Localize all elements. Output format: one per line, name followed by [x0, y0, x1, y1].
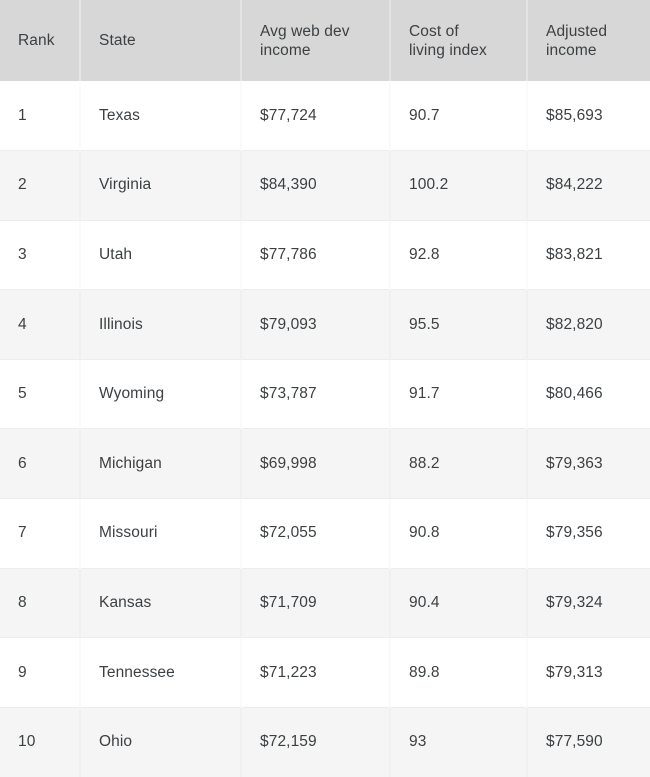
cell-state: Kansas	[80, 568, 242, 639]
column-header-label-line: Cost of	[409, 22, 459, 40]
cell-cost_of_living_index: 89.8	[390, 637, 528, 708]
column-header-state[interactable]: State	[80, 0, 242, 81]
cell-avg_web_dev_income: $84,390	[241, 150, 391, 221]
column-header-label-line: income	[546, 41, 597, 59]
cell-cost_of_living_index: 92.8	[390, 220, 528, 291]
table-row[interactable]: 7 Missouri $72,055 90.8 $79,356	[0, 498, 650, 569]
cell-state: Tennessee	[80, 637, 242, 708]
table-row[interactable]: 6 Michigan $69,998 88.2 $79,363	[0, 428, 650, 500]
column-header-label-line: State	[99, 32, 136, 49]
cell-avg_web_dev_income: $79,093	[241, 289, 391, 360]
cell-avg_web_dev_income: $71,223	[241, 637, 391, 708]
cell-avg_web_dev_income: $77,724	[241, 81, 391, 152]
column-header-avg-web-dev-income[interactable]: Avg web dev income	[241, 0, 391, 81]
cell-rank: 5	[0, 359, 81, 430]
cell-adjusted_income: $79,324	[527, 568, 650, 639]
cell-cost_of_living_index: 90.8	[390, 498, 528, 569]
cell-rank: 8	[0, 568, 81, 639]
column-header-label-line: Avg web dev	[260, 22, 350, 40]
cell-state: Texas	[80, 81, 242, 152]
cell-adjusted_income: $79,363	[527, 428, 650, 500]
cell-cost_of_living_index: 91.7	[390, 359, 528, 430]
cell-state: Wyoming	[80, 359, 242, 430]
cell-adjusted_income: $79,313	[527, 637, 650, 708]
column-header-adjusted-income[interactable]: Adjusted income	[527, 0, 650, 81]
cell-state: Illinois	[80, 289, 242, 360]
cell-cost_of_living_index: 95.5	[390, 289, 528, 360]
cell-rank: 7	[0, 498, 81, 569]
column-header-cost-of-living-index[interactable]: Cost of living index	[390, 0, 528, 81]
cell-cost_of_living_index: 90.4	[390, 568, 528, 639]
cell-rank: 3	[0, 220, 81, 291]
table-row[interactable]: 1 Texas $77,724 90.7 $85,693	[0, 81, 650, 152]
cell-rank: 10	[0, 707, 81, 777]
cell-avg_web_dev_income: $71,709	[241, 568, 391, 639]
cell-adjusted_income: $82,820	[527, 289, 650, 360]
cell-rank: 2	[0, 150, 81, 221]
cell-adjusted_income: $79,356	[527, 498, 650, 569]
cell-cost_of_living_index: 90.7	[390, 81, 528, 152]
column-header-label-line: Adjusted	[546, 22, 608, 40]
cell-adjusted_income: $77,590	[546, 733, 603, 751]
table-header-row: Rank State Avg web dev income Cost of livi…	[0, 0, 650, 81]
cell-state: Ohio	[80, 707, 242, 777]
table-header: Rank State Avg web dev income Cost of livi…	[0, 0, 650, 81]
column-header-label-line: living index	[409, 41, 487, 59]
table-row[interactable]: 2 Virginia $84,390 100.2 $84,222	[0, 150, 650, 221]
cell-adjusted_income: $80,466	[527, 359, 650, 430]
cell-cost_of_living_index: 100.2	[390, 150, 528, 221]
cell-state: Virginia	[80, 150, 242, 221]
cell-avg_web_dev_income: $69,998	[241, 428, 391, 500]
cell-adjusted_income: $83,821	[527, 220, 650, 291]
cell-adjusted_income: $84,222	[527, 150, 650, 221]
cell-state: Utah	[80, 220, 242, 291]
cell-state: Missouri	[80, 498, 242, 569]
column-header-label-line: income	[260, 41, 311, 59]
table-row[interactable]: 3 Utah $77,786 92.8 $83,821	[0, 220, 650, 291]
column-header-label-line: Rank	[18, 32, 55, 49]
table-row[interactable]: 8 Kansas $71,709 90.4 $79,324	[0, 568, 650, 639]
ranking-table: Rank State Avg web dev income Cost of livi…	[0, 0, 650, 777]
table-body: 1 Texas $77,724 90.7 $85,693 2 Virginia $84,390…	[0, 81, 650, 777]
cell-cost_of_living_index: 88.2	[390, 428, 528, 500]
cell-state: Michigan	[80, 428, 242, 500]
cell-rank: 1	[0, 81, 81, 152]
cell-rank: 4	[0, 289, 81, 360]
column-header-rank[interactable]: Rank	[0, 0, 81, 81]
table-row[interactable]: 5 Wyoming $73,787 91.7 $80,466	[0, 359, 650, 430]
cell-avg_web_dev_income: $77,786	[241, 220, 391, 291]
table-row[interactable]: 4 Illinois $79,093 95.5 $82,820	[0, 289, 650, 360]
cell-cost_of_living_index: 93	[390, 707, 528, 777]
cell-rank: 6	[0, 428, 81, 500]
cell-avg_web_dev_income: $72,055	[241, 498, 391, 569]
cell-rank: 9	[0, 637, 81, 708]
table-row[interactable]: 10 Ohio $72,159 93 $77,590	[0, 707, 650, 777]
cell-avg_web_dev_income: $73,787	[241, 359, 391, 430]
cell-adjusted_income: $85,693	[527, 81, 650, 152]
cell-avg_web_dev_income: $72,159	[241, 707, 391, 777]
table-row[interactable]: 9 Tennessee $71,223 89.8 $79,313	[0, 637, 650, 708]
